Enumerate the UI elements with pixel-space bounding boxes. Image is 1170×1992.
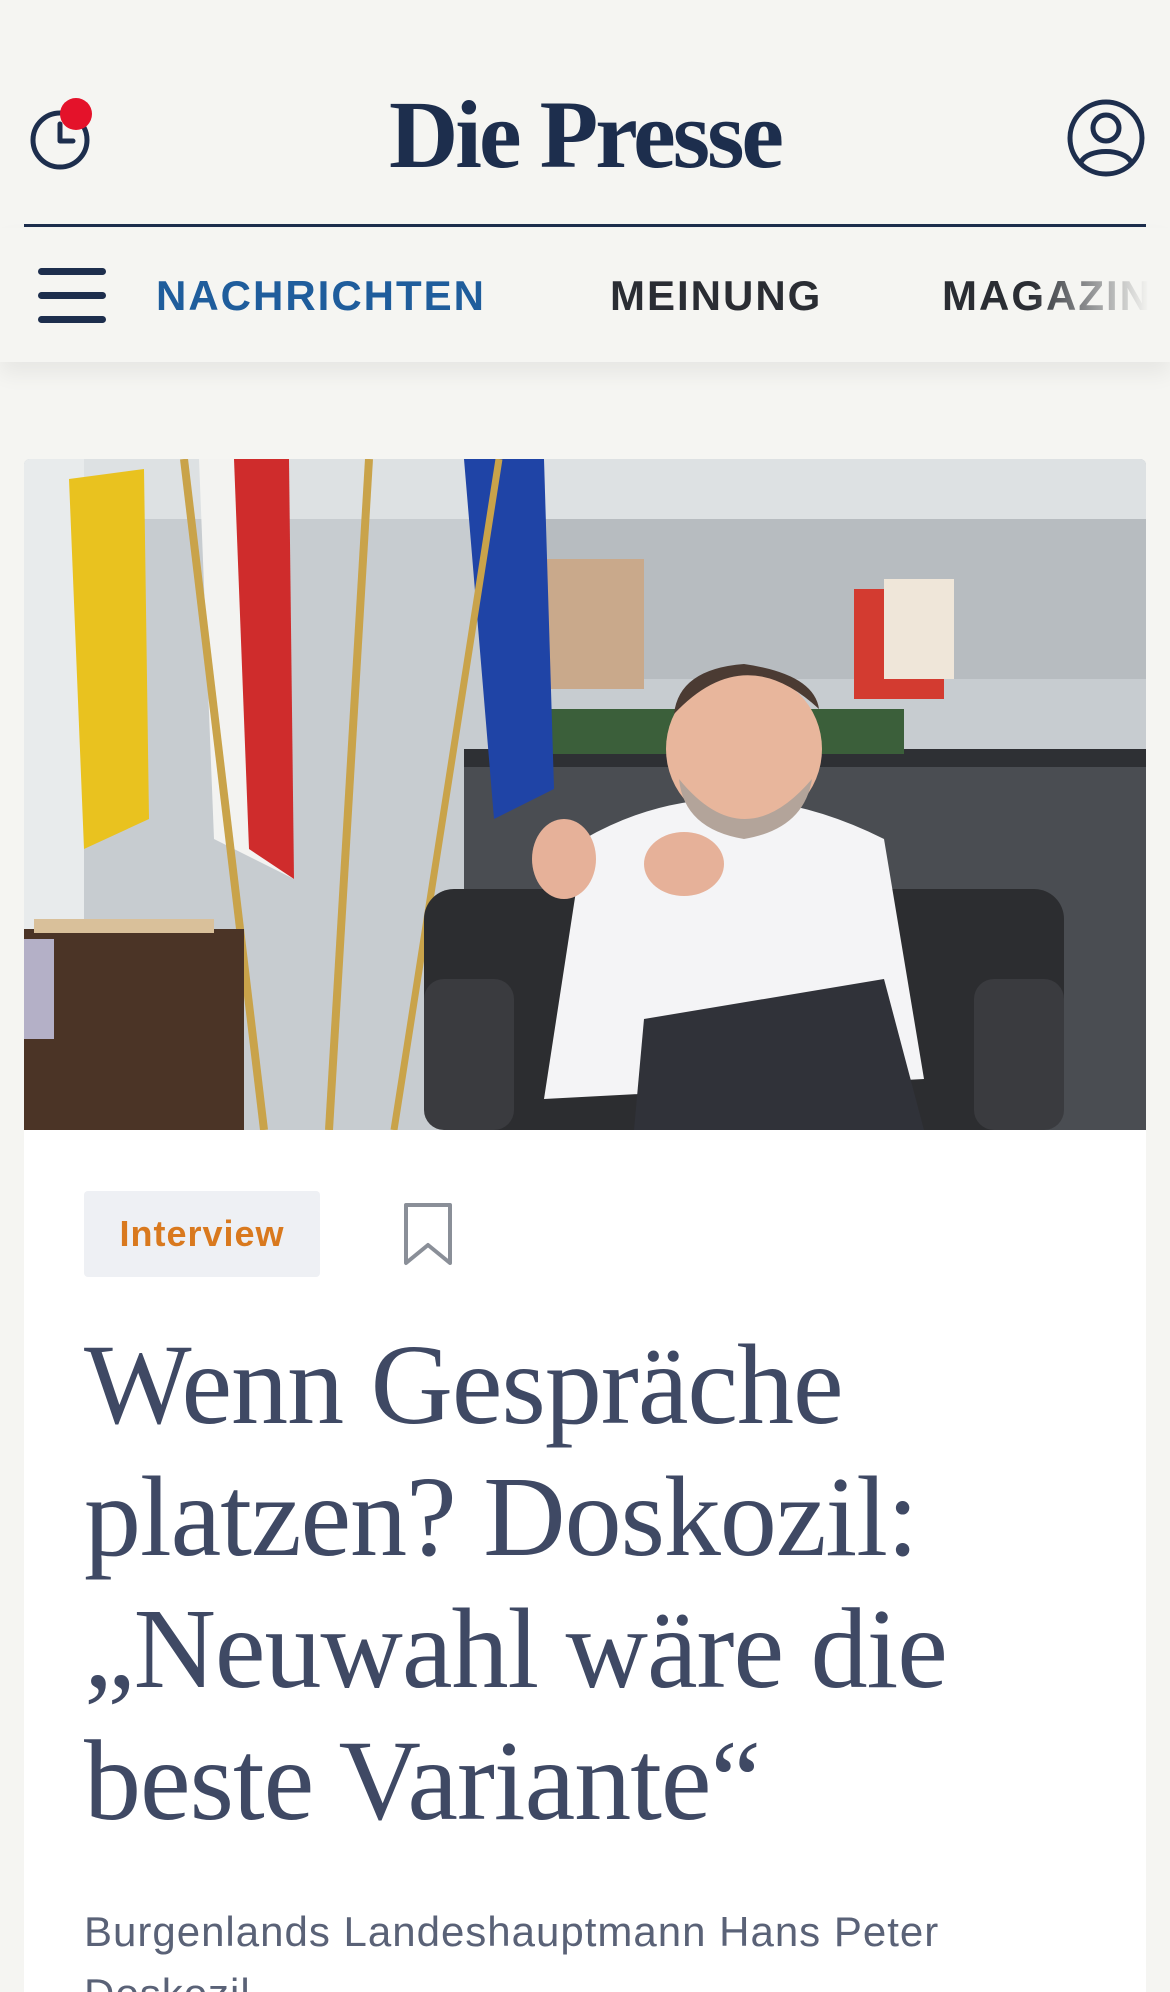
- bookmark-icon: [404, 1203, 452, 1265]
- main-nav: NACHRICHTEN MEINUNG MAGAZIN: [0, 228, 1170, 362]
- page: Die Presse NACHRICHTEN MEINUNG MAGAZIN: [0, 0, 1170, 1992]
- site-logo[interactable]: Die Presse: [0, 80, 1170, 190]
- hamburger-menu-icon[interactable]: [38, 268, 106, 324]
- nav-scroll-fade: [1030, 228, 1170, 362]
- article-headline[interactable]: Wenn Gespräche platzen? Doskozil: „Neuwa…: [84, 1319, 1104, 1847]
- article-category-tag[interactable]: Interview: [84, 1191, 320, 1277]
- article-hero-image: [24, 459, 1146, 1130]
- header-divider: [24, 224, 1146, 227]
- nav-item-meinung[interactable]: MEINUNG: [610, 270, 822, 322]
- site-header: Die Presse: [0, 0, 1170, 228]
- bookmark-button[interactable]: [402, 1201, 454, 1267]
- account-button[interactable]: [1066, 98, 1146, 178]
- article-card[interactable]: Interview Wenn Gespräche platzen? Doskoz…: [24, 459, 1146, 1992]
- article-lead: Burgenlands Landeshauptmann Hans Peter D…: [84, 1908, 940, 1992]
- account-user-icon: [1067, 99, 1145, 177]
- nav-item-nachrichten[interactable]: NACHRICHTEN: [156, 270, 486, 322]
